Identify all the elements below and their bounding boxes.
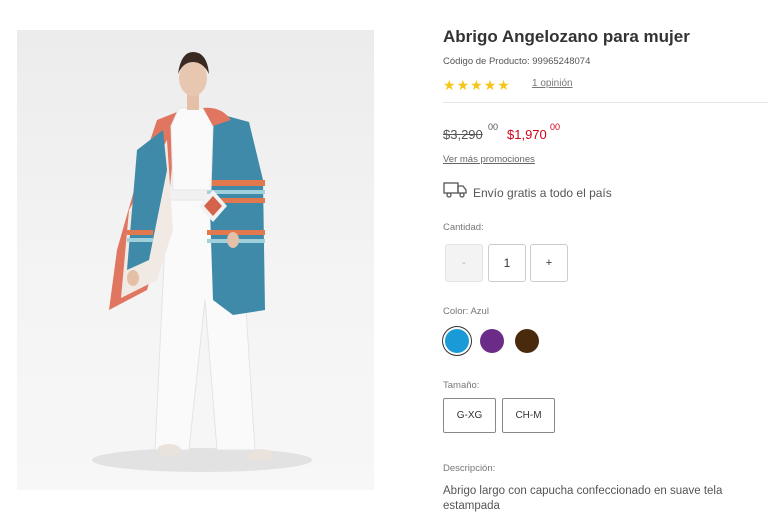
product-image[interactable] [17,30,374,490]
quantity-label: Cantidad: [443,222,484,233]
color-swatch-cafe[interactable] [515,329,539,353]
color-label: Color: Azul [443,306,489,317]
sale-price: $1,970 [507,127,547,142]
decrease-quantity-button[interactable]: - [445,244,483,282]
reviews-link[interactable]: 1 opinión [532,78,573,89]
star-icon: ★ [497,77,510,93]
divider [443,102,768,103]
quantity-input[interactable] [488,244,526,282]
more-promotions-link[interactable]: Ver más promociones [443,154,535,165]
sale-price-cents: 00 [550,122,561,132]
star-icon: ★ [483,77,497,93]
product-title: Abrigo Angelozano para mujer [443,27,690,46]
star-icon: ★ [456,77,470,93]
original-price: $3,290 [443,127,483,142]
increase-quantity-button[interactable]: + [530,244,568,282]
star-icon: ★ [443,77,456,93]
truck-icon [443,182,467,203]
size-option-g-xg[interactable]: G-XG [443,398,496,433]
shipping-text: Envío gratis a todo el país [473,185,612,200]
size-label: Tamaño: [443,380,480,391]
rating-stars: ★ ★ ★ ★ ★ [443,78,510,92]
original-price-cents: 00 [488,122,499,132]
model-illustration [92,52,312,472]
description-text: Abrigo largo con capucha confeccionado e… [443,485,723,512]
description-label: Descripción: [443,463,496,474]
color-swatch-azul[interactable] [445,329,469,353]
free-shipping-notice: Envío gratis a todo el país [443,182,612,203]
size-option-ch-m[interactable]: CH-M [502,398,555,433]
color-swatch-morado[interactable] [480,329,504,353]
product-code: Código de Producto: 99965248074 [443,56,591,67]
star-icon: ★ [470,77,483,93]
